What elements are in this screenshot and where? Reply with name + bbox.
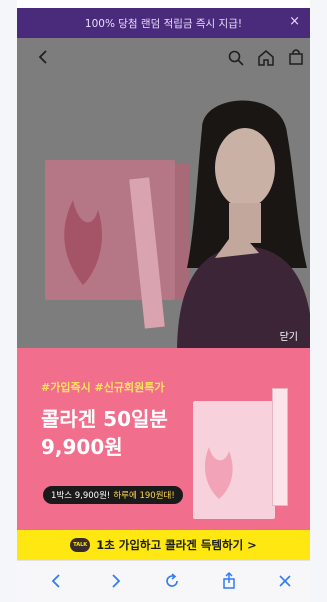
- browser-toolbar: [17, 560, 310, 602]
- back-icon[interactable]: [47, 571, 67, 591]
- search-icon[interactable]: [227, 49, 245, 67]
- shopping-bag-icon[interactable]: [287, 48, 305, 66]
- pill-text: 1박스 9,900원!: [51, 491, 111, 501]
- promo-tags: #가입즉시 #신규회원특가: [41, 381, 165, 394]
- promo-banner-text: 100% 당첨 랜덤 적립금 즉시 지급!: [84, 17, 243, 30]
- site-header: [17, 38, 310, 78]
- share-icon[interactable]: [219, 571, 239, 591]
- kakao-signup-button[interactable]: TALK 1초 가입하고 콜라겐 득템하기 >: [17, 530, 310, 560]
- dim-close-label[interactable]: 닫기: [280, 328, 298, 343]
- promo-headline: 콜라겐 50일분: [41, 407, 168, 431]
- promotion-section[interactable]: #가입즉시 #신규회원특가 콜라겐 50일분 9,900원 1박스 9,900원…: [17, 348, 310, 530]
- kakao-signup-label: 1초 가입하고 콜라겐 득템하기 >: [96, 538, 257, 552]
- close-icon[interactable]: [275, 571, 295, 591]
- talk-badge-text: TALK: [73, 542, 88, 548]
- promo-banner[interactable]: 100% 당첨 랜덤 적립금 즉시 지급! ×: [17, 8, 310, 38]
- reload-icon[interactable]: [162, 571, 182, 591]
- pill-highlight: 하루에 190원대!: [113, 491, 175, 501]
- kakao-talk-icon: TALK: [70, 538, 91, 552]
- price-pill: 1박스 9,900원! 하루에 190원대!: [43, 486, 183, 504]
- hero-image-dimmed: 닫기: [17, 38, 310, 348]
- home-icon[interactable]: [257, 49, 275, 67]
- pink-product-box-image: [193, 401, 275, 519]
- pink-product-stick-image: [272, 388, 288, 506]
- screen-frame: 100% 당첨 랜덤 적립금 즉시 지급! × 닫기 #가입즉시 #신규회원특가…: [0, 0, 327, 602]
- phone-viewport: 100% 당첨 랜덤 적립금 즉시 지급! × 닫기 #가입즉시 #신규회원특가…: [17, 0, 310, 602]
- back-icon[interactable]: [35, 48, 53, 66]
- model-photo: [177, 100, 310, 348]
- forward-icon[interactable]: [105, 571, 125, 591]
- promo-price: 9,900원: [41, 435, 123, 459]
- promo-close-button[interactable]: ×: [289, 15, 300, 28]
